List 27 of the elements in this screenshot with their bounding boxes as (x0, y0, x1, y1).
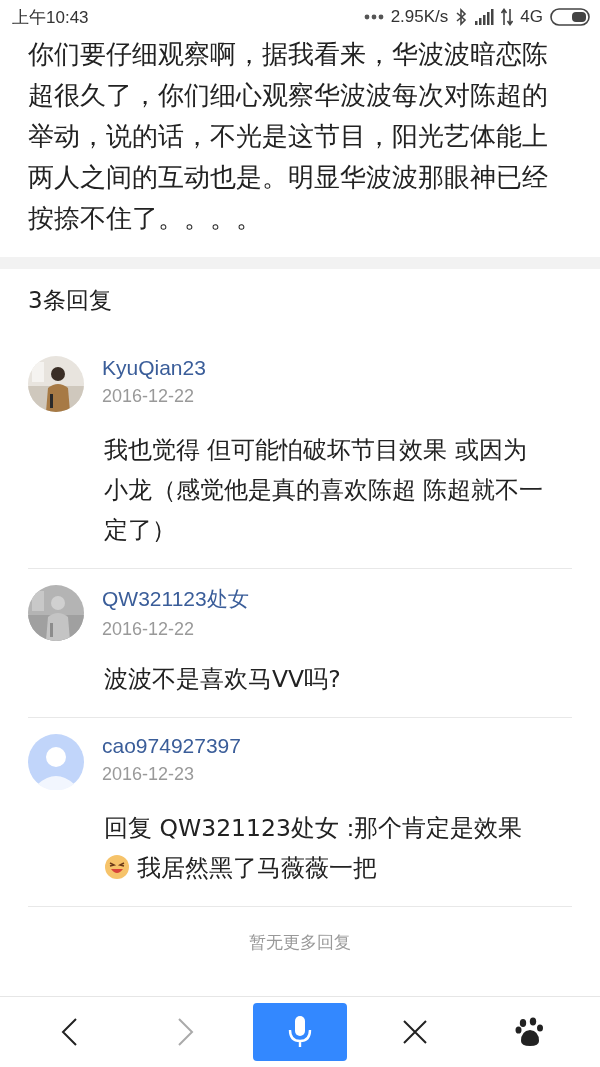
paw-icon (515, 1017, 546, 1047)
dots-icon (363, 14, 384, 20)
comment-text: 我也觉得 但可能怕破坏节目效果 或因为小龙（感觉他是真的喜欢陈超 陈超就不一定了） (104, 435, 545, 546)
user-name[interactable]: KyuQian23 (102, 356, 206, 380)
data-arrows-icon (501, 8, 514, 26)
status-time: 上午10:43 (12, 6, 89, 29)
signal-icon (474, 9, 495, 25)
replies-count: 3条回复 (28, 286, 113, 315)
comment-date: 2016-12-23 (102, 764, 195, 785)
close-icon (402, 1019, 429, 1045)
bluetooth-icon (455, 8, 468, 26)
network-type: 4G (520, 7, 543, 27)
microphone-icon (287, 1015, 312, 1049)
battery-icon (550, 8, 590, 26)
laughing-face-icon (104, 854, 130, 880)
comment-text: 波波不是喜欢马VV吗? (104, 664, 342, 695)
user-name[interactable]: cao974927397 (102, 734, 241, 758)
post-text: 你们要仔细观察啊，据我看来，华波波暗恋陈超很久了，你们细心观察华波波每次对陈超的举动，说的话，不光是这节目，阳光艺体能上两人之间的互动也是。明显华波波那眼神已经按捺不住了。。。。 (28, 38, 549, 235)
back-icon (59, 1017, 80, 1047)
comment-text: 回复 QW321123处女 :那个肯定是效果 我居然黑了马薇薇一把 (104, 813, 524, 884)
comment-date: 2016-12-22 (102, 619, 195, 640)
comment-date: 2016-12-22 (102, 386, 195, 407)
user-name[interactable]: QW321123处女 (102, 585, 249, 613)
default-avatar-icon (28, 734, 84, 790)
network-speed: 2.95K/s (390, 7, 449, 27)
no-more-replies: 暂无更多回复 (248, 931, 352, 954)
voice-search-button[interactable] (252, 1003, 347, 1061)
